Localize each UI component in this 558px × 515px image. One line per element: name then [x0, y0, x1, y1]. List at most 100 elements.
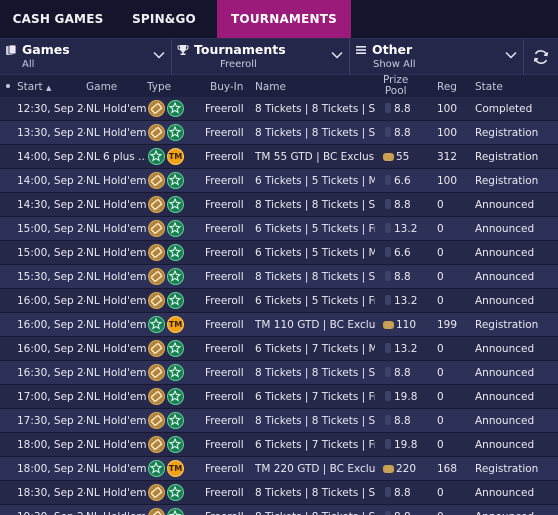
tm-icon: TM [167, 316, 184, 333]
table-row[interactable]: 16:00, Sep 24 NL Hold'em Freeroll 6 Tickets… [0, 337, 558, 361]
buy-in: Freeroll [205, 415, 244, 427]
table-row[interactable]: 15:00, Sep 24 NL Hold'em Freeroll 6 Tickets… [0, 217, 558, 241]
col-name-header[interactable]: Name [255, 81, 286, 93]
tournaments-filter-value: Freeroll [220, 59, 257, 70]
tournament-name: 8 Tickets | 8 Tickets | Su... [255, 487, 375, 499]
prize-pool: 8.8 [383, 415, 431, 427]
prize-icon [385, 127, 391, 137]
table-row[interactable]: 16:00, Sep 24 NL Hold'em TM Freeroll TM 110 … [0, 313, 558, 337]
tournament-name: 8 Tickets | 8 Tickets | Sa... [255, 103, 375, 115]
tournament-state: Registration [475, 463, 539, 475]
table-row[interactable]: 14:00, Sep 24 NL Hold'em Freeroll 6 Tickets… [0, 169, 558, 193]
prize-pool: 220 [383, 463, 431, 475]
refresh-button[interactable] [524, 39, 558, 74]
star-icon [167, 100, 184, 117]
prize-pool: 8.8 [383, 127, 431, 139]
table-row[interactable]: 16:00, Sep 24 NL Hold'em Freeroll 6 Tickets… [0, 289, 558, 313]
registered-count: 0 [437, 391, 444, 403]
type-badges [148, 172, 188, 190]
buy-in: Freeroll [205, 511, 253, 515]
table-row[interactable]: 13:30, Sep 24 NL Hold'em Freeroll 8 Tickets… [0, 121, 558, 145]
games-filter-dropdown[interactable]: Games All [0, 39, 172, 74]
table-row[interactable]: 17:00, Sep 24 NL Hold'em Freeroll 6 Tickets… [0, 385, 558, 409]
col-type-header[interactable]: Type [147, 81, 171, 93]
type-badges [148, 436, 188, 454]
col-state-header[interactable]: State [475, 81, 503, 93]
tournament-name: 8 Tickets | 8 Tickets | Su... [255, 511, 375, 515]
prize-pool: 8.8 [383, 511, 431, 515]
table-row[interactable]: 19:30, Sep 24NL Hold'em Freeroll8 Tickets… [0, 505, 558, 515]
other-filter-dropdown[interactable]: Other Show All [350, 39, 524, 74]
prize-pool: 8.8 [383, 199, 431, 211]
table-row[interactable]: 15:00, Sep 24 NL Hold'em Freeroll 6 Tickets… [0, 241, 558, 265]
start-time: 15:00, Sep 24 [17, 247, 85, 259]
col-buyin-header[interactable]: Buy-In [210, 81, 243, 93]
table-row[interactable]: 18:30, Sep 24 NL Hold'em Freeroll 8 Tickets… [0, 481, 558, 505]
coin-icon [383, 465, 394, 473]
prize-icon [385, 343, 391, 353]
col-game-header[interactable]: Game [86, 81, 117, 93]
registered-count: 0 [437, 199, 444, 211]
buy-in: Freeroll [205, 343, 244, 355]
col-prize-pool-header[interactable]: Prize Pool [383, 75, 408, 97]
table-row[interactable]: 14:30, Sep 24 NL Hold'em Freeroll 8 Tickets… [0, 193, 558, 217]
table-row[interactable]: 12:30, Sep 24 NL Hold'em Freeroll 8 Tickets… [0, 97, 558, 121]
ticket-icon [148, 436, 165, 453]
buy-in: Freeroll [205, 247, 244, 259]
game-type: NL Hold'em [86, 295, 146, 307]
buy-in: Freeroll [205, 127, 244, 139]
table-row[interactable]: 15:30, Sep 24 NL Hold'em Freeroll 8 Tickets… [0, 265, 558, 289]
type-badges [148, 484, 188, 502]
prize-icon [385, 439, 391, 449]
ticket-icon [148, 220, 165, 237]
ticket-icon [148, 292, 165, 309]
game-type: NL Hold'em [86, 223, 146, 235]
registered-count: 0 [437, 415, 444, 427]
registered-count: 100 [437, 103, 458, 115]
tm-icon: TM [167, 148, 184, 165]
ticket-icon [148, 244, 165, 261]
game-type: NL 6 plus ... [86, 151, 146, 163]
col-reg-header[interactable]: Reg [437, 81, 457, 93]
registered-count: 0 [437, 487, 444, 499]
registered-count: 0 [437, 439, 444, 451]
tournament-state: Registration [475, 127, 539, 139]
table-row[interactable]: 16:30, Sep 24 NL Hold'em Freeroll 8 Tickets… [0, 361, 558, 385]
tournament-state: Announced [475, 439, 535, 451]
registered-count: 0 [437, 343, 444, 355]
game-type: NL Hold'em [86, 127, 146, 139]
col-start-header[interactable]: Start ▲ [17, 81, 51, 93]
prize-pool: 8.8 [383, 271, 431, 283]
buy-in: Freeroll [205, 367, 244, 379]
start-time: 18:00, Sep 24 [17, 463, 85, 475]
tournament-name: 8 Tickets | 8 Tickets | Su... [255, 271, 375, 283]
tournaments-filter-dropdown[interactable]: Tournaments Freeroll [172, 39, 350, 74]
buy-in: Freeroll [205, 151, 244, 163]
tab-tournaments[interactable]: TOURNAMENTS [217, 0, 351, 38]
tournament-name: TM 220 GTD | BC Exclusi... [255, 463, 375, 475]
tab-spin-and-go[interactable]: SPIN&GO [111, 0, 217, 38]
star-icon [167, 292, 184, 309]
tournament-list: 12:30, Sep 24 NL Hold'em Freeroll 8 Tickets… [0, 97, 558, 515]
prize-icon [385, 199, 391, 209]
tab-cash-games[interactable]: CASH GAMES [5, 0, 111, 38]
type-badges [148, 388, 188, 406]
start-time: 16:00, Sep 24 [17, 343, 85, 355]
start-time: 12:30, Sep 24 [17, 103, 85, 115]
tournament-name: 6 Tickets | 5 Tickets | Mi... [255, 175, 375, 187]
tm-icon: TM [167, 460, 184, 477]
table-row[interactable]: 17:30, Sep 24 NL Hold'em Freeroll 8 Tickets… [0, 409, 558, 433]
table-row[interactable]: 18:00, Sep 24 NL Hold'em TM Freeroll TM 220 … [0, 457, 558, 481]
table-row[interactable]: 14:00, Sep 24 NL 6 plus ... TM Freeroll TM 5… [0, 145, 558, 169]
tournament-state: Registration [475, 151, 539, 163]
type-badges [148, 124, 188, 142]
tournaments-filter-label: Tournaments [194, 42, 286, 57]
type-badges [148, 196, 188, 214]
tournament-state: Announced [475, 247, 535, 259]
start-time: 19:30, Sep 24 [17, 511, 85, 515]
tournament-state: Announced [475, 367, 535, 379]
start-time: 14:00, Sep 24 [17, 151, 85, 163]
game-type: NL Hold'em [86, 415, 146, 427]
prize-icon [385, 175, 391, 185]
table-row[interactable]: 18:00, Sep 24 NL Hold'em Freeroll 6 Tickets… [0, 433, 558, 457]
